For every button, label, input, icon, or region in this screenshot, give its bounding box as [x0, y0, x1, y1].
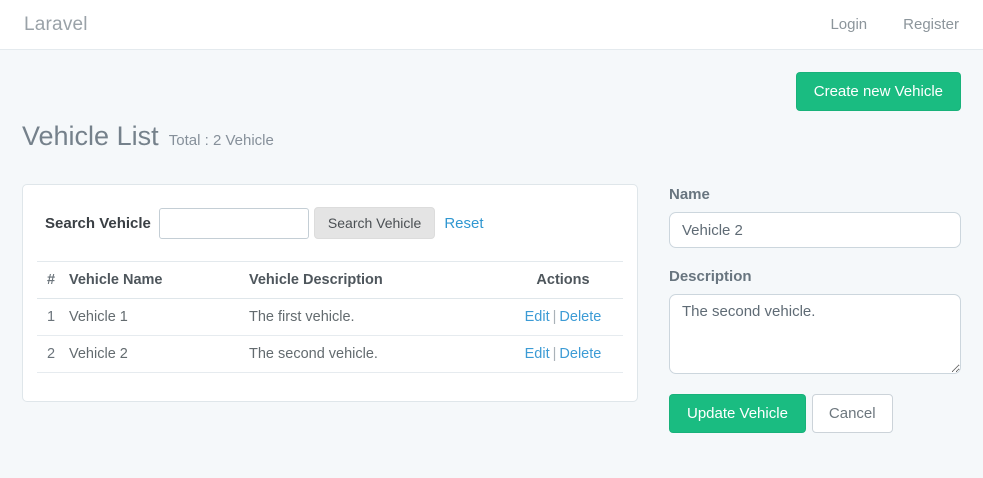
- update-vehicle-button[interactable]: Update Vehicle: [669, 394, 806, 433]
- header-vehicle-name: Vehicle Name: [63, 262, 243, 299]
- nav-links: Login Register: [794, 16, 959, 33]
- row-actions: Edit|Delete: [503, 299, 623, 336]
- row-actions: Edit|Delete: [503, 336, 623, 373]
- table-row: 2 Vehicle 2 The second vehicle. Edit|Del…: [37, 336, 623, 373]
- table-row: 1 Vehicle 1 The first vehicle. Edit|Dele…: [37, 299, 623, 336]
- row-vehicle-description: The first vehicle.: [243, 299, 503, 336]
- link-separator: |: [553, 346, 557, 362]
- description-label: Description: [669, 268, 961, 285]
- brand-logo[interactable]: Laravel: [24, 14, 88, 36]
- search-row: Search Vehicle Search Vehicle Reset: [37, 197, 623, 251]
- name-field[interactable]: [669, 212, 961, 248]
- row-vehicle-name: Vehicle 1: [63, 299, 243, 336]
- delete-link[interactable]: Delete: [559, 346, 601, 362]
- header-vehicle-description: Vehicle Description: [243, 262, 503, 299]
- page-subtitle: Total : 2 Vehicle: [169, 132, 274, 149]
- row-number: 1: [37, 299, 63, 336]
- login-link[interactable]: Login: [830, 16, 867, 33]
- row-number: 2: [37, 336, 63, 373]
- main-content: Create new Vehicle Vehicle List Total : …: [0, 72, 983, 433]
- register-link[interactable]: Register: [903, 16, 959, 33]
- name-label: Name: [669, 186, 961, 203]
- vehicle-edit-form: Name Description The second vehicle. Upd…: [669, 184, 961, 433]
- edit-link[interactable]: Edit: [525, 346, 550, 362]
- topbar: Create new Vehicle: [22, 72, 961, 111]
- link-separator: |: [553, 309, 557, 325]
- page-title: Vehicle List: [22, 121, 159, 151]
- header-number: #: [37, 262, 63, 299]
- row-vehicle-description: The second vehicle.: [243, 336, 503, 373]
- reset-link[interactable]: Reset: [444, 215, 483, 232]
- table-header-row: # Vehicle Name Vehicle Description Actio…: [37, 262, 623, 299]
- header-actions: Actions: [503, 262, 623, 299]
- vehicle-table: # Vehicle Name Vehicle Description Actio…: [37, 261, 623, 373]
- navbar: Laravel Login Register: [0, 0, 983, 50]
- search-button[interactable]: Search Vehicle: [314, 207, 435, 239]
- create-new-vehicle-button[interactable]: Create new Vehicle: [796, 72, 961, 111]
- cancel-button[interactable]: Cancel: [812, 394, 893, 433]
- row-vehicle-name: Vehicle 2: [63, 336, 243, 373]
- search-input[interactable]: [159, 208, 309, 239]
- delete-link[interactable]: Delete: [559, 309, 601, 325]
- search-label: Search Vehicle: [45, 215, 151, 232]
- heading-row: Vehicle List Total : 2 Vehicle: [22, 121, 961, 152]
- edit-link[interactable]: Edit: [525, 309, 550, 325]
- vehicle-list-card: Search Vehicle Search Vehicle Reset # Ve…: [22, 184, 638, 402]
- form-buttons: Update Vehicle Cancel: [669, 394, 961, 433]
- description-field[interactable]: The second vehicle.: [669, 294, 961, 374]
